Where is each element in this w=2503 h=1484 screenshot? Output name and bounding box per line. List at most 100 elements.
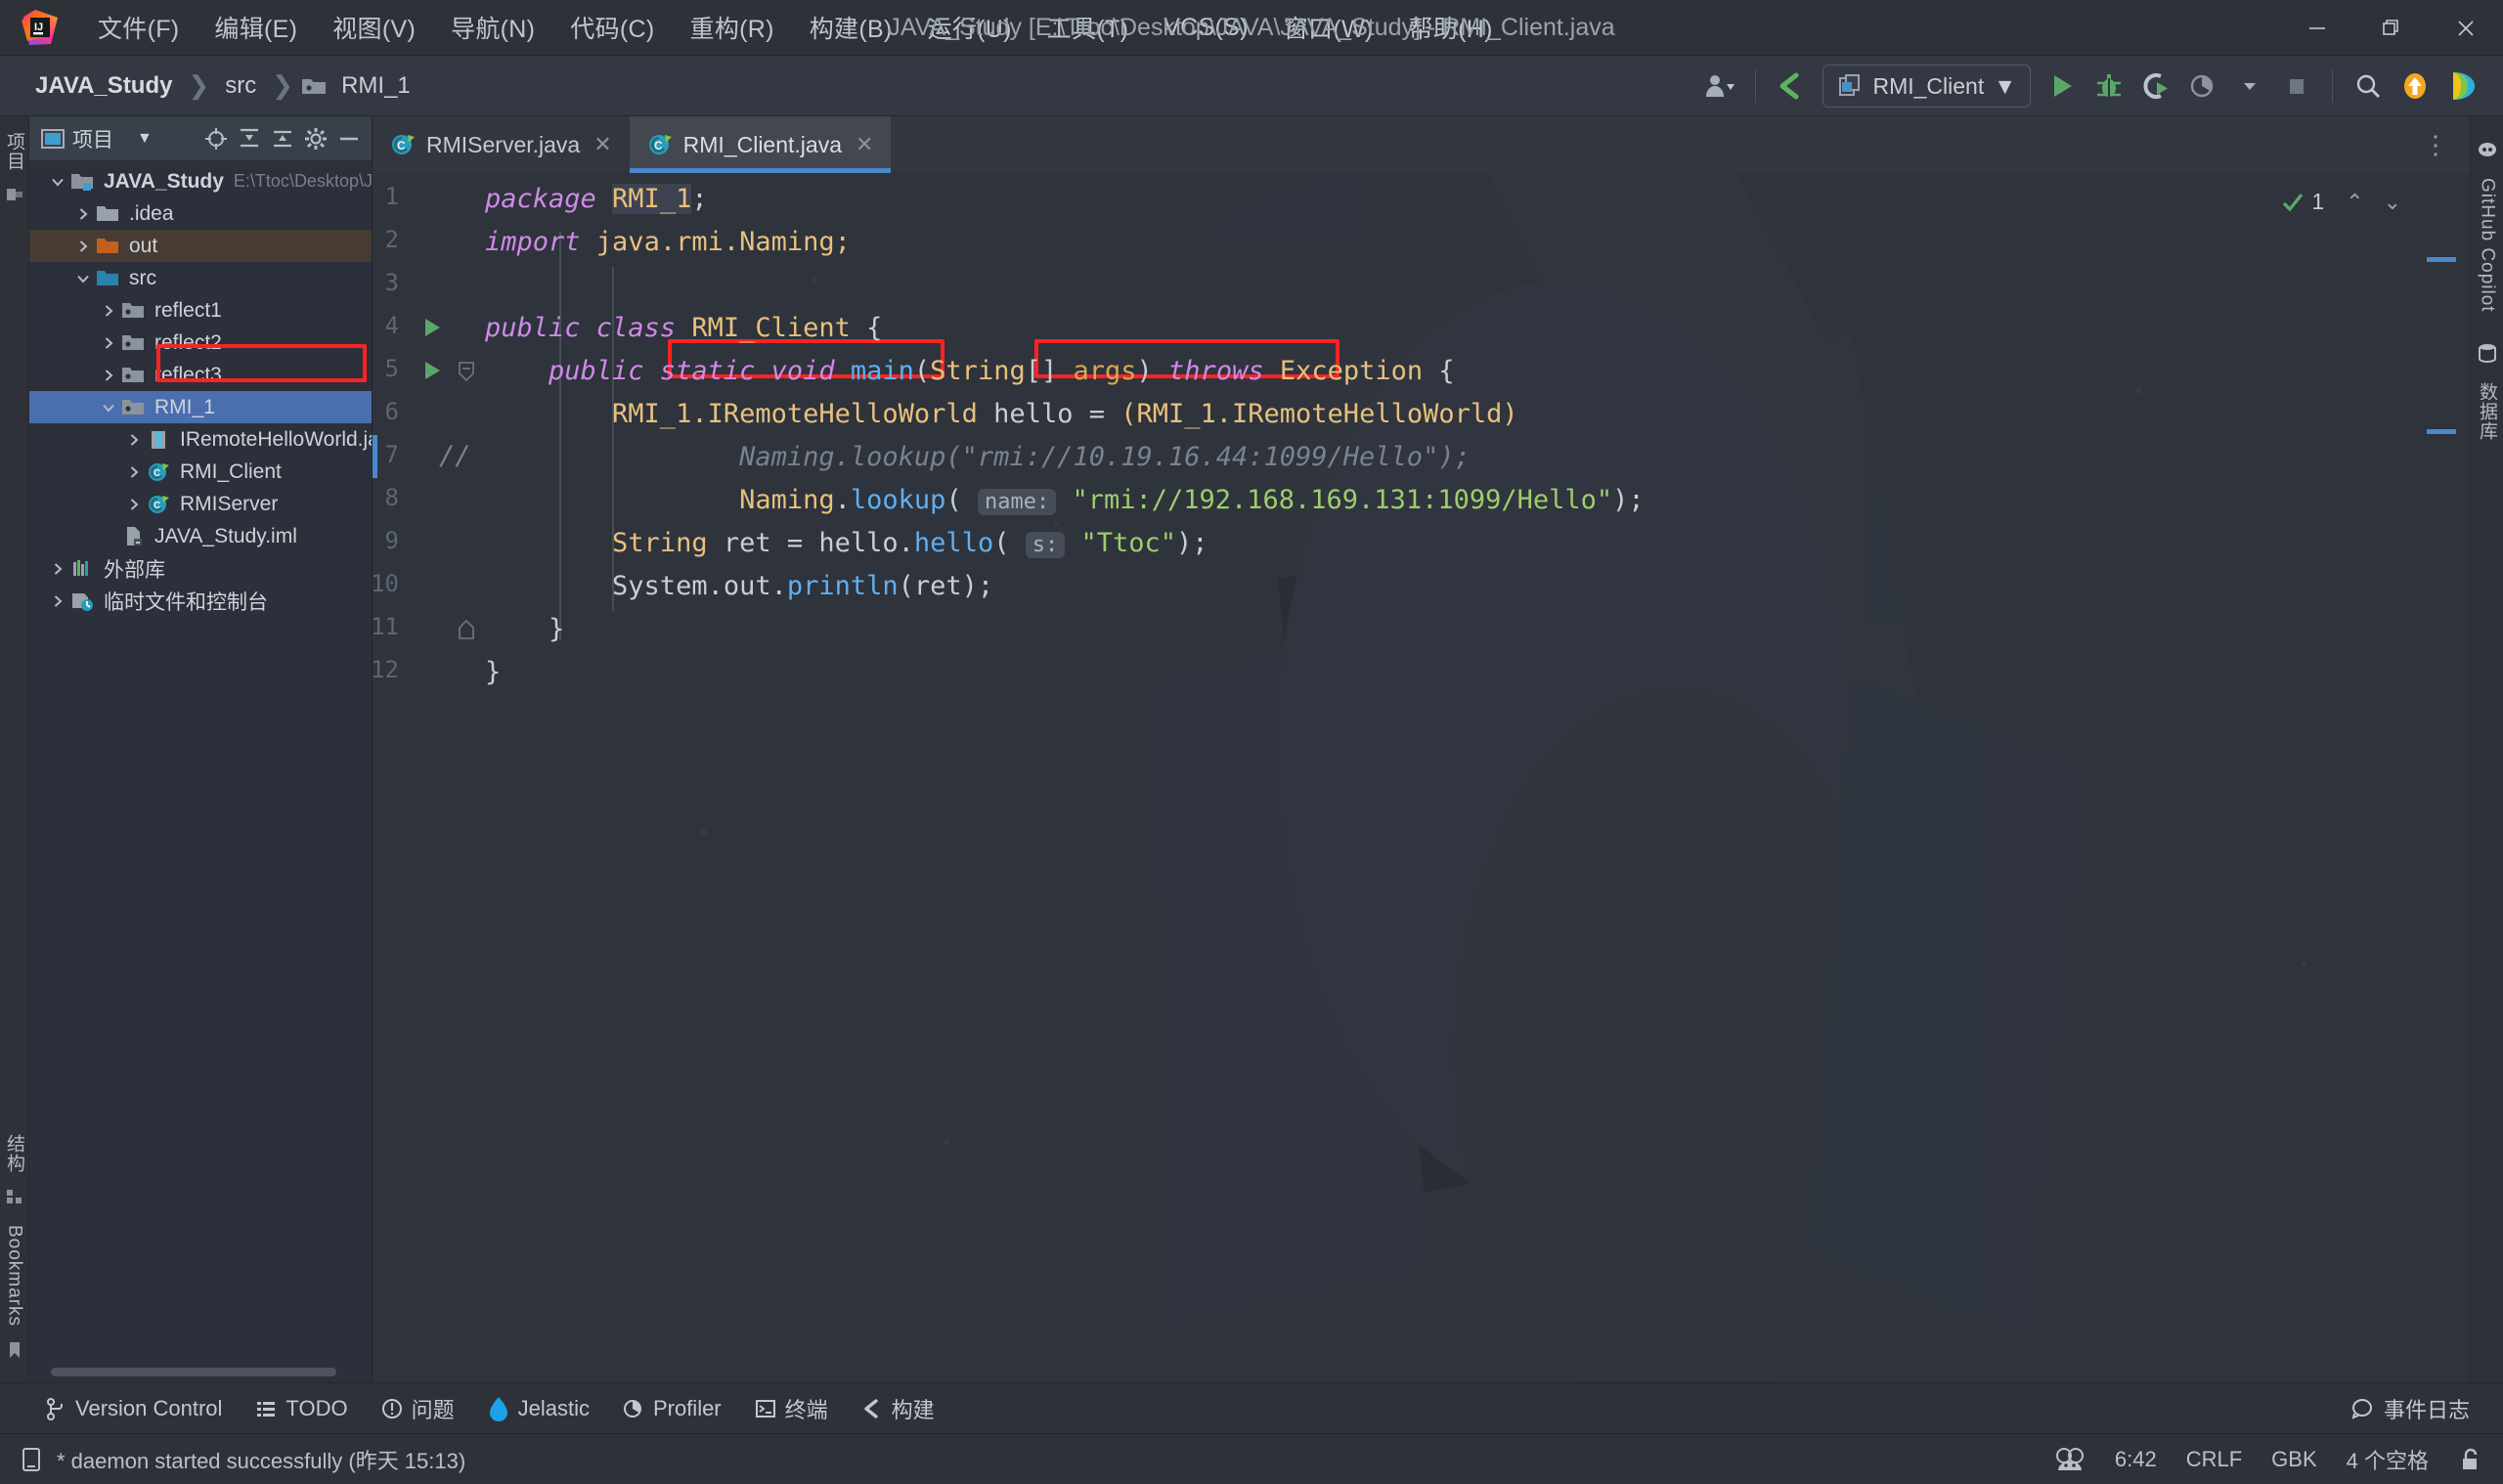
chevron-right-icon[interactable] [96,303,121,319]
chevron-down-icon[interactable] [70,271,96,286]
horizontal-scrollbar[interactable] [51,1368,336,1376]
chevron-right-icon[interactable] [45,593,70,609]
chevron-right-icon[interactable] [121,432,147,448]
menu-view[interactable]: 视图(V) [315,6,433,49]
menu-code[interactable]: 代码(C) [552,6,672,49]
run-gutter-icon[interactable] [421,316,443,344]
minimize-button[interactable] [2280,0,2354,56]
database-icon[interactable] [2477,342,2498,369]
vcs-update-icon[interactable] [1770,65,1813,108]
lock-icon[interactable] [2458,1447,2481,1472]
run-gutter-icon[interactable] [421,359,443,387]
tool-button-problems[interactable]: 问题 [381,1393,455,1424]
code-folding-icon[interactable] [457,619,476,645]
tree-node-临时文件和控制台[interactable]: 临时文件和控制台 [29,585,372,617]
chevron-right-icon[interactable] [121,464,147,480]
chevron-right-icon[interactable] [70,206,96,222]
tool-button-bookmarks[interactable]: Bookmarks [4,1225,25,1327]
profiler-dropdown-icon[interactable] [2228,65,2271,108]
menu-build[interactable]: 构建(B) [792,6,910,49]
chevron-right-icon[interactable] [45,561,70,577]
tool-button-copilot[interactable]: GitHub Copilot [2477,178,2498,313]
tool-button-version-control[interactable]: Version Control [45,1396,222,1421]
run-button[interactable] [2041,65,2084,108]
tree-node-JAVA_Study.iml[interactable]: JAVA_Study.iml [29,520,372,552]
chevron-up-icon[interactable]: ⌃ [2346,190,2363,215]
code-line[interactable]: package RMI_1; [485,183,708,215]
collapse-all-button[interactable] [266,122,299,155]
menu-edit[interactable]: 编辑(E) [197,6,315,49]
code-folding-icon[interactable] [457,361,476,387]
tree-node-reflect2[interactable]: reflect2 [29,327,372,359]
code-line[interactable]: String ret = hello.hello( s: "Ttoc"); [485,527,1208,561]
profiler-button[interactable] [2181,65,2224,108]
chevron-down-icon[interactable] [45,174,70,190]
code-line[interactable]: } [485,656,501,688]
ide-feature-icon[interactable] [2440,65,2483,108]
menu-file[interactable]: 文件(F) [80,6,197,49]
breadcrumb-item-src[interactable]: src [217,69,264,103]
update-available-icon[interactable] [2393,65,2437,108]
commit-icon[interactable] [5,185,24,209]
bookmarks-icon[interactable] [5,1340,24,1365]
tree-node-RMI_1[interactable]: RMI_1 [29,391,372,423]
menu-navigate[interactable]: 导航(N) [433,6,552,49]
settings-gear-icon[interactable] [299,122,332,155]
code-line[interactable]: import java.rmi.Naming; [485,226,851,258]
debug-button[interactable] [2087,65,2130,108]
menu-window[interactable]: 窗口(W) [1266,6,1391,49]
code-line[interactable]: System.out.println(ret); [485,570,993,602]
select-opened-file-button[interactable] [199,122,233,155]
tree-node-IRemoteHelloWorld.jar[interactable]: IRemoteHelloWorld.jar [29,423,372,456]
tool-button-terminal[interactable]: 终端 [755,1393,828,1424]
line-separator[interactable]: CRLF [2186,1447,2242,1472]
editor-markers-strip[interactable]: 1 ⌃ ⌄ [2283,173,2470,1382]
menu-run[interactable]: 运行(U) [910,6,1030,49]
breadcrumb-item-project[interactable]: JAVA_Study [27,69,180,103]
tool-button-todo[interactable]: TODO [255,1396,348,1421]
inspection-status[interactable]: 1 ⌃ ⌄ [2280,189,2401,215]
tool-button-build[interactable]: 构建 [861,1393,935,1424]
maximize-restore-button[interactable] [2354,0,2429,56]
code-line[interactable]: } [485,613,564,645]
tool-button-database[interactable]: 数据库 [2474,382,2500,441]
tree-node-JAVA_Study[interactable]: JAVA_Study E:\Ttoc\Desktop\JAVA\JAVA [29,165,372,197]
copilot-icon[interactable] [2477,138,2498,164]
code-line[interactable]: Naming.lookup( name: "rmi://192.168.169.… [485,484,1645,518]
code-text-area[interactable]: package RMI_1;import java.rmi.Naming; pub… [485,173,2362,1382]
code-line[interactable]: public class RMI_Client { [485,312,882,344]
hide-panel-button[interactable] [332,122,366,155]
tree-node-reflect3[interactable]: reflect3 [29,359,372,391]
chevron-right-icon[interactable] [121,497,147,512]
chevron-down-icon[interactable]: ⌄ [2384,190,2401,215]
file-encoding[interactable]: GBK [2271,1447,2316,1472]
tree-node-src[interactable]: src [29,262,372,294]
tool-button-project[interactable]: 项目 [1,132,27,171]
tree-node-out[interactable]: out [29,230,372,262]
chevron-right-icon[interactable] [96,368,121,383]
menu-refactor[interactable]: 重构(R) [673,6,792,49]
close-icon[interactable]: ✕ [856,132,873,157]
user-profile-icon[interactable] [1698,65,1741,108]
scroll-marker[interactable] [2427,429,2456,434]
stop-button[interactable] [2275,65,2318,108]
chevron-down-icon[interactable]: ▼ [137,130,153,148]
chevron-right-icon[interactable] [70,239,96,254]
chevron-down-icon[interactable] [96,400,121,415]
indent-setting[interactable]: 4 个空格 [2347,1444,2429,1475]
menu-help[interactable]: 帮助(H) [1390,6,1510,49]
menu-vcs[interactable]: VCS(S) [1146,10,1266,46]
tab-RMIServer[interactable]: C RMIServer.java ✕ [373,116,630,173]
menu-tools[interactable]: 工具(T) [1030,6,1146,49]
tree-node-RMIServer[interactable]: C RMIServer [29,488,372,520]
chevron-right-icon[interactable] [96,335,121,351]
event-log-button[interactable]: 事件日志 [2350,1393,2470,1424]
close-button[interactable] [2429,0,2503,56]
tree-node-RMI_Client[interactable]: C RMI_Client [29,456,372,488]
scroll-marker[interactable] [2427,257,2456,262]
expand-all-button[interactable] [233,122,266,155]
tab-RMI_Client[interactable]: C RMI_Client.java ✕ [629,116,892,173]
run-with-coverage-button[interactable] [2134,65,2177,108]
code-line[interactable]: public static void main(String[] args) t… [485,355,1455,387]
project-tree[interactable]: JAVA_Study E:\Ttoc\Desktop\JAVA\JAVA .idea… [29,161,372,1382]
